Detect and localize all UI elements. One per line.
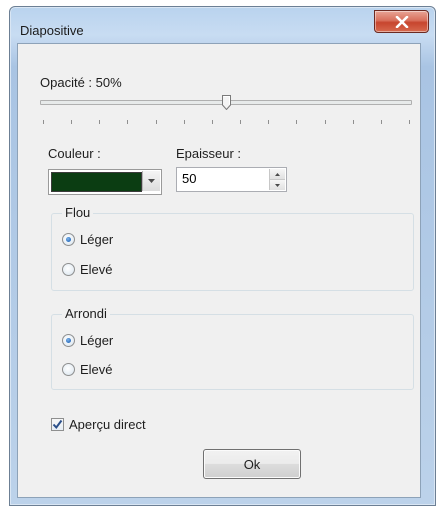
- slider-tick: [325, 120, 326, 124]
- opacity-slider-ticks: [43, 120, 410, 124]
- blur-high-label: Elevé: [80, 262, 113, 277]
- blur-high-radio[interactable]: [62, 263, 75, 276]
- rounding-groupbox: Arrondi: [51, 306, 414, 390]
- thickness-label: Epaisseur :: [176, 146, 242, 161]
- slider-tick: [409, 120, 410, 124]
- rounding-high-label: Elevé: [80, 362, 113, 377]
- color-swatch: [51, 172, 142, 192]
- slider-tick: [43, 120, 44, 124]
- live-preview-option[interactable]: Aperçu direct: [51, 417, 146, 432]
- blur-light-label: Léger: [80, 232, 114, 247]
- thickness-stepper[interactable]: 50: [176, 167, 287, 192]
- live-preview-checkbox[interactable]: [51, 418, 64, 431]
- slider-tick: [184, 120, 185, 124]
- slider-tick: [71, 120, 72, 124]
- close-icon: [395, 15, 408, 28]
- slider-tick: [127, 120, 128, 124]
- window-title: Diapositive: [20, 23, 84, 38]
- rounding-light-radio[interactable]: [62, 334, 75, 347]
- blur-light-radio[interactable]: [62, 233, 75, 246]
- blur-groupbox: Flou: [51, 205, 414, 291]
- rounding-option-light[interactable]: Léger: [62, 333, 113, 348]
- ok-button[interactable]: Ok: [203, 449, 301, 479]
- stepper-down-button[interactable]: [270, 180, 285, 190]
- slider-tick: [156, 120, 157, 124]
- slider-tick: [353, 120, 354, 124]
- slider-tick: [381, 120, 382, 124]
- color-dropdown[interactable]: [48, 169, 162, 195]
- rounding-high-radio[interactable]: [62, 363, 75, 376]
- color-dropdown-button[interactable]: [142, 171, 160, 191]
- checkmark-icon: [52, 419, 63, 430]
- slider-tick: [240, 120, 241, 124]
- slider-tick: [296, 120, 297, 124]
- chevron-down-icon: [148, 179, 155, 183]
- live-preview-label: Aperçu direct: [69, 417, 146, 432]
- slider-tick: [268, 120, 269, 124]
- blur-group-title: Flou: [62, 205, 94, 220]
- color-label: Couleur :: [48, 146, 101, 161]
- rounding-option-high[interactable]: Elevé: [62, 362, 113, 377]
- blur-option-light[interactable]: Léger: [62, 232, 113, 247]
- opacity-slider-thumb[interactable]: [222, 95, 231, 110]
- slider-tick: [99, 120, 100, 124]
- opacity-label: Opacité : 50%: [40, 75, 122, 90]
- rounding-light-label: Léger: [80, 333, 114, 348]
- thickness-value[interactable]: 50: [182, 171, 196, 186]
- close-button[interactable]: [374, 10, 429, 33]
- blur-option-high[interactable]: Elevé: [62, 262, 113, 277]
- slider-tick: [212, 120, 213, 124]
- thickness-stepper-buttons: [269, 169, 285, 190]
- stepper-up-button[interactable]: [270, 169, 285, 180]
- rounding-group-title: Arrondi: [62, 306, 110, 321]
- chevron-down-icon: [275, 183, 280, 187]
- chevron-up-icon: [275, 172, 280, 176]
